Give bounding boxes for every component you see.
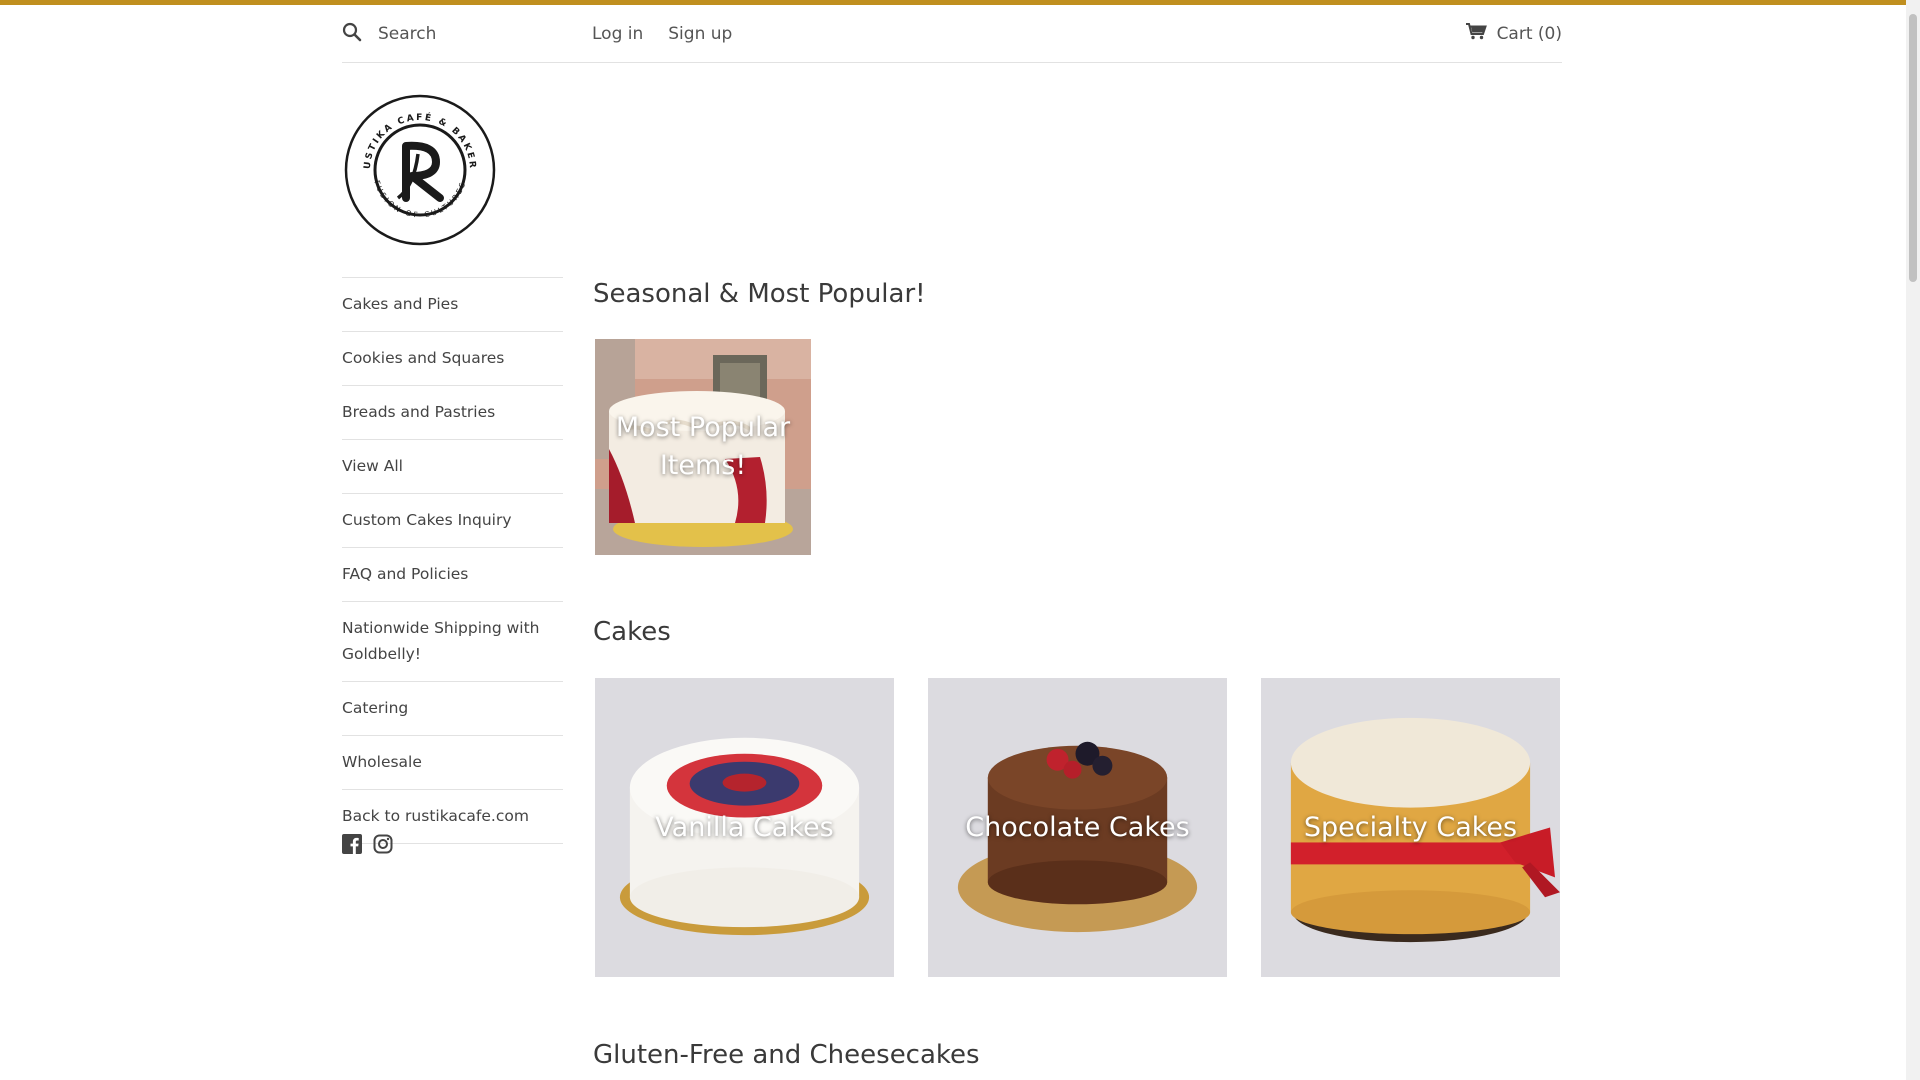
sidebar-nav: Cakes and Pies Cookies and Squares Bread… (342, 277, 563, 844)
tile-label: Most Popular Items! (615, 412, 791, 481)
sidebar-item-view-all[interactable]: View All (342, 440, 563, 494)
signup-link[interactable]: Sign up (668, 24, 732, 44)
site-logo[interactable]: RUSTIKA CAFÉ & BAKERY FUSION OF CULTURES (339, 87, 496, 246)
account-links: Log in Sign up (592, 5, 732, 62)
scrollbar-thumb[interactable] (1909, 14, 1917, 282)
sidebar-item-cookies-and-squares[interactable]: Cookies and Squares (342, 332, 563, 386)
tile-label: Chocolate Cakes (965, 811, 1190, 843)
facebook-icon[interactable] (342, 834, 362, 858)
site-header: Log in Sign up Cart (0) (342, 5, 1562, 63)
sidebar-item-cakes-and-pies[interactable]: Cakes and Pies (342, 278, 563, 332)
collection-tile-vanilla-cakes[interactable]: Vanilla Cakes (595, 678, 894, 977)
sidebar-item-faq-and-policies[interactable]: FAQ and Policies (342, 548, 563, 602)
search-input[interactable] (378, 23, 568, 44)
tile-label: Vanilla Cakes (655, 811, 834, 843)
section-title-gluten-free: Gluten-Free and Cheesecakes (593, 1040, 980, 1070)
section-title-seasonal: Seasonal & Most Popular! (593, 279, 926, 309)
sidebar-item-nationwide-shipping[interactable]: Nationwide Shipping with Goldbelly! (342, 602, 563, 682)
collection-tile-most-popular[interactable]: Most Popular Items! (595, 339, 811, 555)
collection-tile-chocolate-cakes[interactable]: Chocolate Cakes (928, 678, 1227, 977)
search-form (342, 5, 568, 62)
tile-label: Specialty Cakes (1303, 811, 1518, 843)
collection-tile-specialty-cakes[interactable]: Specialty Cakes (1261, 678, 1560, 977)
sidebar-item-custom-cakes-inquiry[interactable]: Custom Cakes Inquiry (342, 494, 563, 548)
cart-icon (1465, 22, 1487, 45)
login-link[interactable]: Log in (592, 24, 643, 44)
search-icon[interactable] (342, 22, 362, 46)
instagram-icon[interactable] (373, 834, 393, 858)
cart-label: Cart (0) (1496, 23, 1562, 44)
social-links (342, 834, 393, 858)
cart-link[interactable]: Cart (0) (1465, 5, 1562, 62)
section-title-cakes: Cakes (593, 617, 671, 647)
sidebar-item-wholesale[interactable]: Wholesale (342, 736, 563, 790)
sidebar-item-catering[interactable]: Catering (342, 682, 563, 736)
sidebar-item-breads-and-pastries[interactable]: Breads and Pastries (342, 386, 563, 440)
page-scrollbar[interactable] (1906, 0, 1920, 1080)
